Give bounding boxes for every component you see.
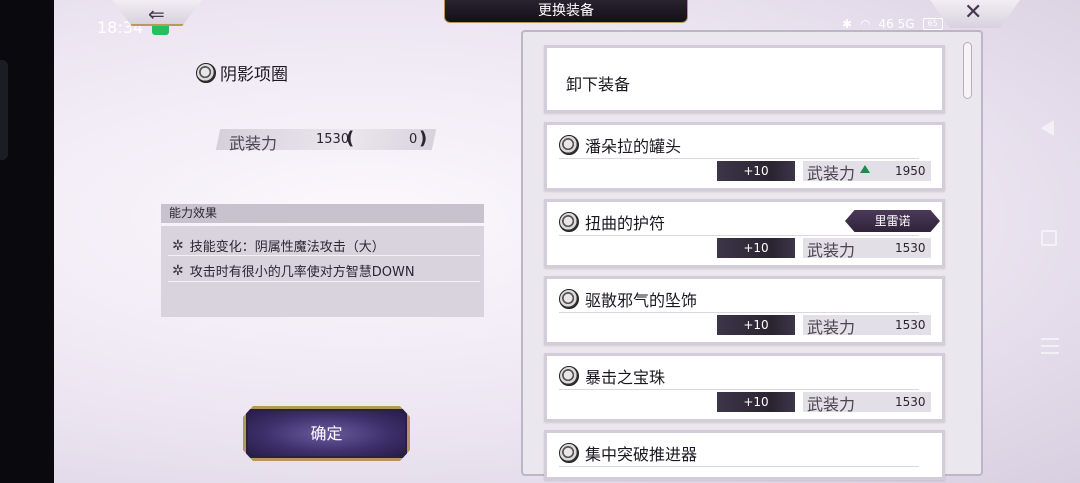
wifi-icon: ◠ <box>860 17 871 31</box>
close-icon: ✕ <box>964 0 983 25</box>
item-name-row: 扭曲的护符 <box>559 210 665 234</box>
item-name: 驱散邪气的坠饰 <box>585 291 698 310</box>
enhance-level: +10 <box>717 238 795 258</box>
stat-label: 武装力 <box>807 318 856 337</box>
stat-value: 1950 <box>895 164 926 178</box>
left-screen-edge <box>0 0 54 483</box>
back-arrow-icon: ⇐ <box>148 2 165 26</box>
status-icons: ✱ ◠ 46 5G 65 <box>842 17 943 31</box>
stat-label: 武装力 <box>807 164 856 183</box>
bluetooth-icon: ✱ <box>842 17 853 31</box>
system-home-icon[interactable] <box>1041 230 1057 246</box>
item-divider <box>559 466 919 467</box>
ability-divider <box>168 255 480 256</box>
system-back-icon[interactable] <box>1041 120 1054 136</box>
ability-divider <box>168 281 480 282</box>
item-name: 潘朵拉的罐头 <box>585 137 682 156</box>
equipment-list-item[interactable]: 驱散邪气的坠饰 +10 武装力 1530 <box>544 276 945 345</box>
accessory-icon <box>559 135 579 155</box>
power-paren-open: ( <box>346 128 355 149</box>
accessory-icon <box>196 62 216 83</box>
unequip-label: 卸下装备 <box>566 75 631 94</box>
enhance-level: +10 <box>717 161 795 181</box>
selected-item-header: 阴影项圈 <box>196 60 288 85</box>
accessory-icon <box>559 289 579 309</box>
item-name: 集中突破推进器 <box>585 445 698 464</box>
ability-text: 攻击时有很小的几率使对方智慧DOWN <box>189 265 415 280</box>
power-paren-close: ) <box>419 128 428 149</box>
equipment-list-item[interactable]: 扭曲的护符 里雷诺 +10 武装力 1530 <box>544 199 945 268</box>
item-name-row: 集中突破推进器 <box>559 441 697 465</box>
enhance-level: +10 <box>717 315 795 335</box>
power-label: 武装力 <box>229 134 278 153</box>
ability-line: ✲ 攻击时有很小的几率使对方智慧DOWN <box>172 261 415 281</box>
enhance-level: +10 <box>717 392 795 412</box>
item-name: 暴击之宝珠 <box>585 368 666 387</box>
page-title: 更换装备 <box>444 0 688 23</box>
power-value: 1530 <box>316 132 350 147</box>
equipment-list-item[interactable]: 集中突破推进器 <box>544 430 945 480</box>
equipped-by-badge: 里雷诺 <box>845 210 940 232</box>
equipment-list-item[interactable]: 暴击之宝珠 +10 武装力 1530 <box>544 353 945 422</box>
system-menu-icon[interactable] <box>1041 338 1059 356</box>
stat-label: 武装力 <box>807 241 856 260</box>
stat-label: 武装力 <box>807 395 856 414</box>
item-name-row: 潘朵拉的罐头 <box>559 133 681 157</box>
sparkle-icon: ✲ <box>172 237 184 254</box>
item-name: 扭曲的护符 <box>585 214 666 233</box>
list-scrollbar[interactable] <box>963 42 972 99</box>
signal-icon: 46 5G <box>878 17 915 31</box>
ability-line: ✲ 技能变化：阴属性魔法攻击（大） <box>172 236 385 256</box>
item-divider <box>559 389 919 390</box>
device-notch <box>0 60 8 160</box>
selected-item-name: 阴影项圈 <box>220 65 288 85</box>
sparkle-icon: ✲ <box>172 262 184 279</box>
ability-text: 技能变化：阴属性魔法攻击（大） <box>189 240 385 255</box>
power-diff: 0 <box>409 132 418 147</box>
accessory-icon <box>559 212 579 232</box>
item-name-row: 驱散邪气的坠饰 <box>559 287 697 311</box>
stat-value: 1530 <box>895 241 926 255</box>
ability-header: 能力效果 <box>161 204 484 223</box>
stat-value: 1530 <box>895 318 926 332</box>
unequip-button[interactable]: 卸下装备 <box>544 45 945 113</box>
item-divider <box>559 158 919 159</box>
accessory-icon <box>559 443 579 463</box>
item-divider <box>559 235 919 236</box>
accessory-icon <box>559 366 579 386</box>
battery-icon: 65 <box>922 18 943 30</box>
stat-value: 1530 <box>895 395 926 409</box>
item-divider <box>559 312 919 313</box>
item-name-row: 暴击之宝珠 <box>559 364 665 388</box>
equipment-list-item[interactable]: 潘朵拉的罐头 +10 武装力 1950 <box>544 122 945 191</box>
stat-up-arrow-icon <box>860 165 870 173</box>
confirm-button[interactable]: 确定 <box>243 406 410 461</box>
